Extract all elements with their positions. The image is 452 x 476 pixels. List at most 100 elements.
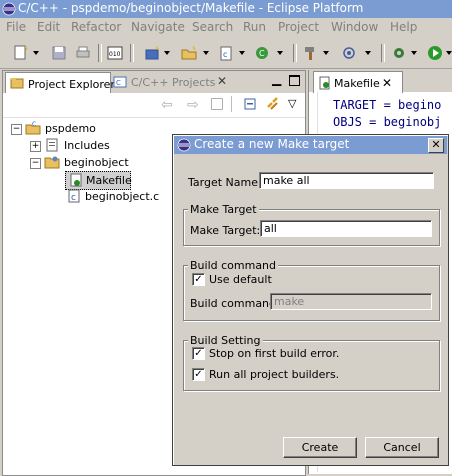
eclipse-app-icon	[177, 138, 191, 152]
debug-dropdown-icon[interactable]	[365, 51, 371, 55]
menu-run[interactable]: Run	[243, 20, 266, 34]
use-default-label: Use default	[209, 273, 272, 286]
new-folder-dropdown-icon[interactable]	[203, 51, 209, 55]
maximize-view-icon[interactable]	[289, 75, 300, 86]
expand-toggle-icon[interactable]: +	[30, 141, 41, 152]
toolbar-separator	[381, 44, 385, 62]
dialog-title: Create a new Make target	[194, 137, 350, 151]
target-name-input[interactable]: make all	[259, 172, 434, 189]
editor-tab-bar: Makefile ✕	[309, 70, 452, 93]
binary-icon[interactable]: 010	[106, 44, 124, 62]
code-line[interactable]: TARGET = begino	[333, 98, 441, 112]
new-folder-icon[interactable]	[180, 44, 198, 62]
project-explorer-icon	[10, 78, 24, 89]
create-button[interactable]: Create	[283, 437, 357, 458]
menu-file[interactable]: File	[6, 20, 26, 34]
menu-help[interactable]: Help	[390, 20, 417, 34]
toolbar-separator	[293, 44, 297, 62]
external-tools-dropdown-icon[interactable]	[411, 51, 417, 55]
menu-project[interactable]: Project	[278, 20, 319, 34]
main-toolbar: 010 c C	[0, 38, 452, 69]
new-source-dropdown-icon[interactable]	[239, 51, 245, 55]
new-class-icon[interactable]: C	[254, 44, 272, 62]
folder-icon	[44, 156, 60, 169]
menu-navigate[interactable]: Navigate	[131, 20, 185, 34]
build-command-label: Build command:	[190, 297, 280, 310]
cpp-projects-icon: C	[113, 76, 127, 88]
svg-text:C: C	[32, 121, 36, 128]
back-arrow-icon[interactable]: ⇦	[161, 97, 173, 113]
build-dropdown-icon[interactable]	[323, 51, 329, 55]
tree-item-label: beginobject	[64, 156, 129, 169]
tab-project-explorer[interactable]: Project Explorer	[5, 72, 115, 94]
view-menu-icon[interactable]: ▽	[288, 97, 296, 110]
menu-refactor[interactable]: Refactor	[71, 20, 121, 34]
create-make-target-dialog: Create a new Make target ✕ Target Name: …	[172, 134, 449, 466]
menu-window[interactable]: Window	[331, 20, 378, 34]
collapse-all-icon[interactable]	[243, 97, 257, 111]
close-editor-icon[interactable]: ✕	[382, 76, 392, 90]
stop-on-error-label: Stop on first build error.	[209, 347, 340, 360]
target-name-label: Target Name:	[188, 176, 262, 189]
home-icon[interactable]	[211, 98, 223, 110]
menu-bar: File Edit Refactor Navigate Search Run P…	[0, 18, 452, 38]
new-class-dropdown-icon[interactable]	[277, 51, 283, 55]
run-dropdown-icon[interactable]	[446, 51, 452, 55]
dialog-title-bar: Create a new Make target ✕	[174, 136, 447, 154]
collapse-toggle-icon[interactable]: −	[30, 158, 41, 169]
view-tab-bar: Project Explorer C C/C++ Projects ✕ ▁	[3, 71, 305, 94]
stop-on-error-checkbox[interactable]: ✓	[192, 347, 205, 360]
new-dropdown-icon[interactable]	[33, 51, 39, 55]
new-source-file-icon[interactable]: c	[218, 44, 236, 62]
makefile-icon	[319, 76, 330, 90]
editor-tab-label: Makefile	[334, 77, 380, 90]
menu-edit[interactable]: Edit	[37, 20, 60, 34]
run-icon[interactable]	[426, 44, 444, 62]
toolbar-separator	[98, 44, 102, 62]
tab-project-explorer-label: Project Explorer	[28, 78, 115, 91]
new-file-icon[interactable]	[12, 44, 30, 62]
run-all-builders-checkbox[interactable]: ✓	[192, 368, 205, 381]
collapse-toggle-icon[interactable]: −	[11, 124, 22, 135]
close-dialog-button[interactable]: ✕	[428, 138, 444, 153]
link-with-editor-icon[interactable]	[265, 96, 281, 112]
debug-bug-icon[interactable]	[340, 44, 358, 62]
tree-item-label: beginobject.c	[85, 190, 160, 203]
tab-cpp-projects[interactable]: C/C++ Projects	[131, 76, 215, 89]
cancel-button[interactable]: Cancel	[365, 437, 439, 458]
tree-item-label: Includes	[64, 139, 110, 152]
tree-item-label: Makefile	[86, 174, 132, 187]
minimize-view-icon[interactable]: ▁	[272, 72, 281, 86]
svg-text:c: c	[71, 193, 76, 203]
new-project-dropdown-icon[interactable]	[164, 51, 170, 55]
editor-tab-makefile[interactable]: Makefile ✕	[313, 71, 403, 93]
svg-text:c: c	[223, 50, 227, 59]
make-target-group-title: Make Target	[188, 203, 259, 216]
menu-search[interactable]: Search	[192, 20, 233, 34]
window-title-bar: C/C++ - pspdemo/beginobject/Makefile - E…	[0, 0, 452, 18]
build-setting-group-title: Build Setting	[188, 334, 263, 347]
build-command-group-title: Build command	[188, 259, 279, 272]
window-title: C/C++ - pspdemo/beginobject/Makefile - E…	[18, 1, 364, 15]
new-cpp-project-icon[interactable]	[143, 44, 161, 62]
cpp-project-icon: C	[25, 121, 41, 135]
external-tools-icon[interactable]	[390, 44, 408, 62]
run-all-builders-label: Run all project builders.	[209, 368, 340, 381]
svg-text:C: C	[259, 49, 265, 58]
make-target-input[interactable]: all	[260, 220, 432, 237]
make-target-label: Make Target:	[190, 224, 261, 237]
print-icon[interactable]	[74, 44, 92, 62]
forward-arrow-icon[interactable]: ⇨	[187, 97, 199, 113]
use-default-checkbox[interactable]: ✓	[192, 273, 205, 286]
tree-item-label: pspdemo	[45, 122, 96, 135]
save-icon[interactable]	[50, 44, 68, 62]
view-toolbar: ⇦ ⇨ ▽	[3, 93, 305, 118]
toolbar-separator	[130, 44, 134, 62]
eclipse-app-icon	[2, 2, 16, 16]
includes-icon	[46, 138, 58, 152]
code-line[interactable]: OBJS = beginobj	[333, 115, 441, 129]
build-hammer-icon[interactable]	[302, 44, 320, 62]
close-tab-icon[interactable]: ✕	[217, 74, 227, 88]
c-source-file-icon: c	[68, 189, 80, 203]
build-command-input[interactable]: make	[270, 293, 432, 310]
